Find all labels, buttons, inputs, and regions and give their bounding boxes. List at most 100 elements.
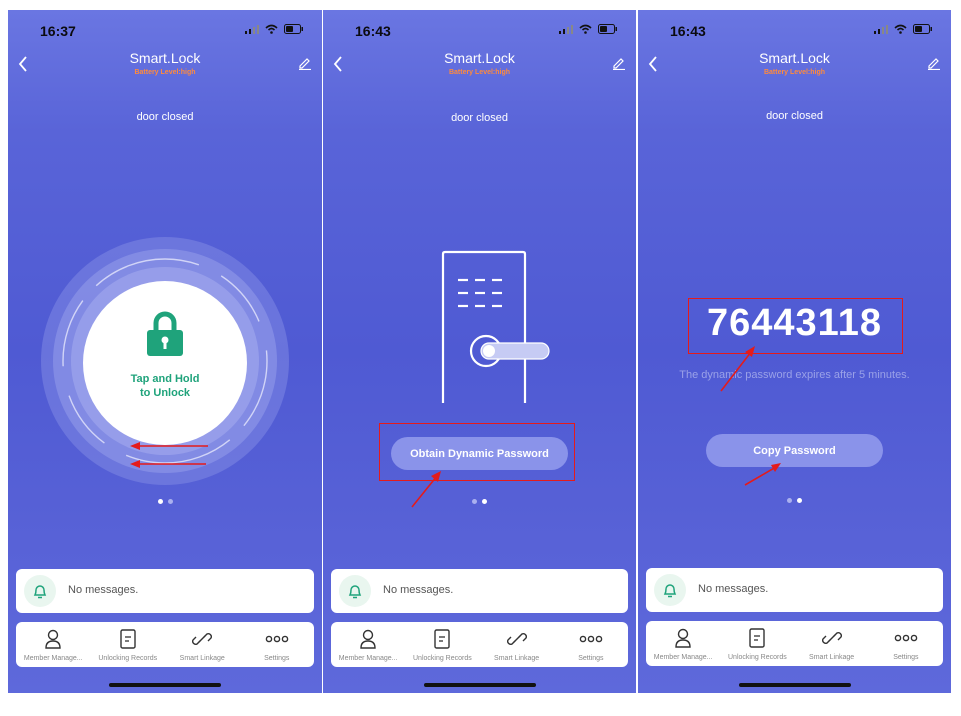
status-icons	[874, 24, 933, 34]
edit-button[interactable]	[927, 56, 941, 70]
battery-level: Battery Level:high	[448, 69, 511, 76]
tab-label: Member Manage...	[23, 655, 83, 662]
tab-label: Unlocking Records	[98, 655, 158, 662]
message-bar[interactable]: No messages.	[646, 568, 943, 612]
link-icon	[821, 632, 842, 644]
edit-button[interactable]	[298, 56, 312, 70]
unlock-label-line2: to Unlock	[139, 387, 191, 399]
tab-label: Unlocking Records	[728, 654, 787, 661]
phone-screen-1: 16:37 Smart.Lock Battery Level:high door…	[8, 10, 322, 693]
pencil-icon	[613, 58, 625, 70]
tab-settings[interactable]: Settings	[240, 622, 315, 667]
tab-unlocking-records[interactable]: Unlocking Records	[405, 622, 479, 667]
tab-label: Smart Linkage	[809, 654, 855, 661]
status-time: 16:37	[40, 23, 76, 39]
padlock-icon	[147, 311, 183, 356]
signal-icon	[245, 24, 259, 34]
document-icon	[749, 628, 766, 648]
page-indicator	[638, 498, 951, 503]
page-title: Smart.Lock	[129, 50, 201, 66]
link-icon	[506, 633, 527, 645]
dynamic-password: 76443118	[707, 302, 882, 344]
obtain-dynamic-password-button[interactable]: Obtain Dynamic Password	[391, 437, 568, 470]
door-lock-illustration	[441, 250, 550, 403]
person-icon	[675, 628, 691, 648]
annotation-arrow	[720, 346, 755, 392]
tab-label: Smart Linkage	[179, 655, 225, 662]
home-indicator	[738, 683, 851, 687]
page-title: Smart.Lock	[444, 50, 515, 66]
bell-icon	[663, 584, 677, 598]
bell-icon-wrap	[24, 575, 56, 607]
tab-settings[interactable]: Settings	[869, 621, 943, 666]
tab-member-manage[interactable]: Member Manage...	[331, 622, 405, 667]
bell-icon-wrap	[654, 574, 686, 606]
page-dot	[482, 499, 487, 504]
wifi-icon	[579, 24, 592, 34]
page-dot	[787, 498, 792, 503]
tab-label: Settings	[578, 655, 604, 662]
tab-label: Member Manage...	[338, 655, 398, 662]
tab-bar: Member Manage... Unlocking Records Smart…	[331, 622, 628, 667]
annotation-arrow	[744, 463, 781, 486]
message-bar[interactable]: No messages.	[16, 569, 314, 613]
copy-password-button[interactable]: Copy Password	[706, 434, 883, 467]
status-icons	[559, 24, 618, 34]
annotation-arrow	[411, 471, 441, 508]
message-text: No messages.	[383, 584, 454, 596]
unlock-label-line1: Tap and Hold	[130, 373, 200, 385]
document-icon	[120, 629, 136, 649]
home-indicator	[109, 683, 221, 687]
door-status: door closed	[451, 112, 508, 124]
document-icon	[434, 629, 451, 649]
tab-settings[interactable]: Settings	[554, 622, 628, 667]
bell-icon	[348, 585, 362, 599]
page-dot	[167, 499, 173, 504]
battery-level: Battery Level:high	[763, 69, 826, 76]
tab-label: Member Manage...	[653, 654, 713, 661]
wifi-icon	[265, 24, 278, 34]
page-dot	[797, 498, 802, 503]
bell-icon	[33, 585, 47, 599]
door-status: door closed	[136, 111, 194, 123]
unlock-button[interactable]: Tap and Hold to Unlock	[83, 281, 247, 445]
page-indicator	[8, 499, 322, 504]
tab-member-manage[interactable]: Member Manage...	[646, 621, 720, 666]
tab-unlocking-records[interactable]: Unlocking Records	[720, 621, 794, 666]
home-indicator	[423, 683, 536, 687]
bell-icon-wrap	[339, 575, 371, 607]
status-time: 16:43	[670, 23, 706, 39]
message-text: No messages.	[698, 583, 769, 595]
battery-icon	[284, 24, 303, 34]
more-icon	[579, 635, 603, 643]
tab-smart-linkage[interactable]: Smart Linkage	[480, 622, 554, 667]
pencil-icon	[928, 58, 940, 70]
password-expiry-note: The dynamic password expires after 5 min…	[679, 369, 910, 381]
tab-label: Settings	[264, 655, 290, 662]
tab-label: Settings	[893, 654, 919, 661]
pencil-icon	[299, 58, 311, 70]
door-status: door closed	[766, 110, 823, 122]
more-icon	[265, 635, 289, 643]
phone-screen-3: 16:43 Smart.Lock Battery Level:high door…	[638, 10, 951, 693]
person-icon	[360, 629, 376, 649]
battery-level: Battery Level:high	[134, 69, 196, 76]
message-text: No messages.	[68, 584, 139, 596]
tab-smart-linkage[interactable]: Smart Linkage	[165, 622, 240, 667]
more-icon	[894, 634, 918, 642]
tab-label: Unlocking Records	[413, 655, 472, 662]
tab-label: Smart Linkage	[494, 655, 540, 662]
wifi-icon	[894, 24, 907, 34]
tab-member-manage[interactable]: Member Manage...	[16, 622, 91, 667]
signal-icon	[874, 24, 888, 34]
link-icon	[192, 633, 213, 645]
battery-icon	[598, 24, 617, 34]
person-icon	[45, 629, 61, 649]
page-dot	[472, 499, 477, 504]
annotation-arrows	[130, 442, 208, 468]
tab-unlocking-records[interactable]: Unlocking Records	[91, 622, 166, 667]
message-bar[interactable]: No messages.	[331, 569, 628, 613]
page-title: Smart.Lock	[759, 50, 830, 66]
edit-button[interactable]	[612, 56, 626, 70]
tab-smart-linkage[interactable]: Smart Linkage	[795, 621, 869, 666]
